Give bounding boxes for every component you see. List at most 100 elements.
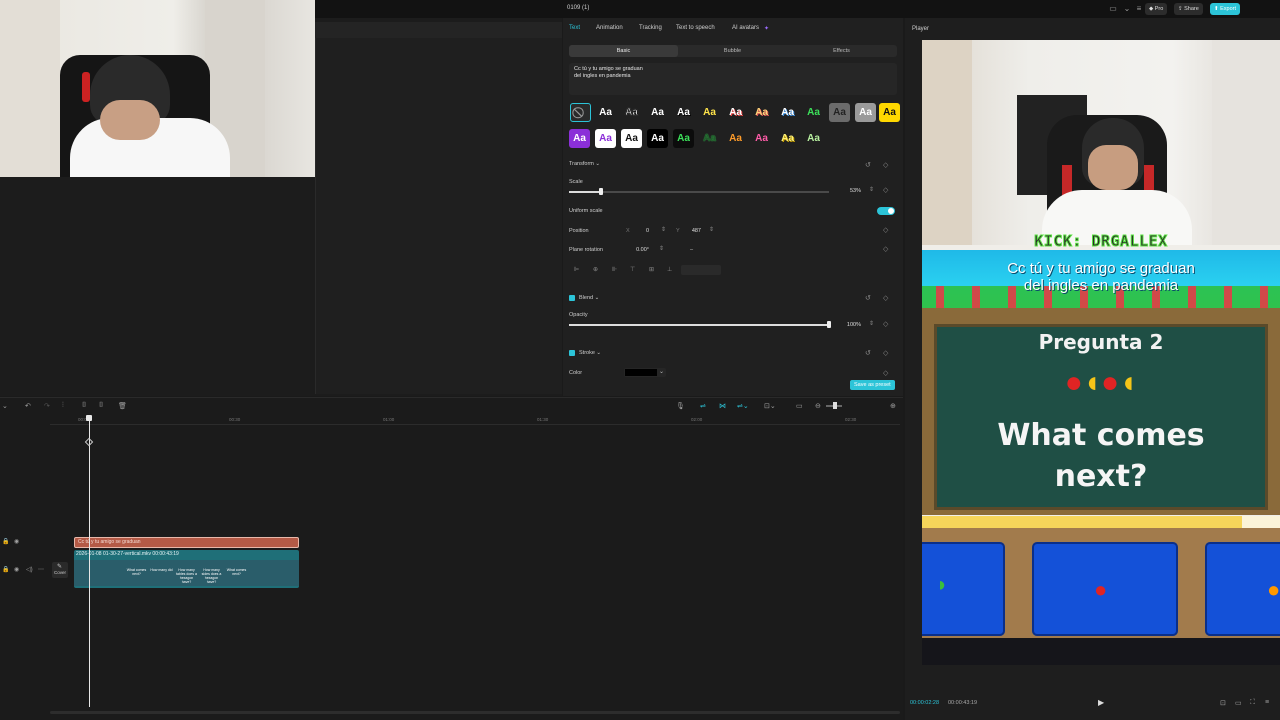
keyframe-icon[interactable]: ◇ (883, 161, 888, 169)
stepper-icon[interactable]: ⇕ (661, 226, 666, 233)
preset-white-shadow[interactable]: Aa (647, 103, 668, 122)
video-clip[interactable]: 2026-01-08 01-30-27-vertical.mkv 00:00:4… (74, 550, 299, 588)
lock-icon[interactable]: 🔒 (2, 538, 9, 545)
lock-icon[interactable]: 🔒 (2, 566, 9, 573)
layout-icon[interactable]: ▭ (1106, 4, 1120, 14)
zoom-out-icon[interactable]: ⊖ (815, 402, 821, 410)
text-clip[interactable]: Cc tú y tu amigo se graduan (74, 537, 299, 548)
ratio-icon[interactable]: ▭ (1235, 699, 1242, 707)
playhead[interactable] (89, 417, 90, 707)
split-right-icon[interactable]: ⌷ (99, 402, 103, 410)
align-right-icon[interactable]: ⊪ (612, 266, 617, 273)
tab-animation[interactable]: Animation (596, 25, 623, 31)
video-preview[interactable]: KICK: DRGALLEX Cc tú y tu amigo se gradu… (922, 40, 1280, 665)
magnet-icon[interactable]: ⋈ (719, 402, 726, 410)
scale-slider[interactable] (569, 191, 829, 193)
delete-icon[interactable]: 🗑 (118, 402, 127, 410)
keyframe-icon[interactable]: ◇ (883, 369, 888, 377)
stroke-heading[interactable]: Stroke ⌄ (579, 350, 601, 356)
preset-black-box[interactable]: Aa (647, 129, 668, 148)
keyframe-icon[interactable]: ◇ (883, 294, 888, 302)
subtab-basic[interactable]: Basic (569, 45, 678, 57)
preset-mint[interactable]: Aa (803, 129, 824, 148)
preset-outline[interactable]: Aa (621, 103, 642, 122)
answer-card[interactable]: ● (1032, 542, 1178, 636)
preset-purple-box[interactable]: Aa (569, 129, 590, 148)
menu-icon[interactable]: ≡ (1132, 4, 1146, 14)
preset-red-shadow[interactable]: Aa (725, 103, 746, 122)
tab-text-to-speech[interactable]: Text to speech (676, 25, 715, 31)
blend-heading[interactable]: Blend ⌄ (579, 295, 599, 301)
microphone-icon[interactable]: 🎙 (676, 402, 685, 410)
preset-white-dark[interactable]: Aa (673, 103, 694, 122)
stepper-icon[interactable]: ⇕ (659, 245, 664, 252)
rotation-input[interactable]: 0.00° (623, 245, 649, 255)
stepper-icon[interactable]: ⇕ (869, 320, 874, 327)
play-icon[interactable]: ▶ (1098, 698, 1104, 707)
preset-white-box[interactable]: Aa (621, 129, 642, 148)
preset-light-box[interactable]: Aa (855, 103, 876, 122)
preset-yellow[interactable]: Aa (699, 103, 720, 122)
keyframe-icon[interactable]: ◇ (883, 245, 888, 253)
eye-icon[interactable]: ◉ (14, 566, 19, 573)
eye-icon[interactable]: ◉ (14, 538, 19, 545)
opacity-value[interactable]: 100% (835, 320, 861, 330)
preset-grey-box[interactable]: Aa (829, 103, 850, 122)
keyframe-icon[interactable]: ◇ (883, 226, 888, 234)
stroke-color-picker[interactable]: ⌄ (624, 368, 666, 377)
zoom-slider-thumb[interactable] (833, 402, 837, 409)
preview-axis-icon[interactable]: ⊡⌄ (764, 402, 776, 410)
preset-black-green[interactable]: Aa (673, 129, 694, 148)
preset-pink[interactable]: Aa (751, 129, 772, 148)
split-icon[interactable]: ⫶ (62, 402, 64, 410)
stepper-icon[interactable]: ⇕ (709, 226, 714, 233)
preset-orange-text[interactable]: Aa (725, 129, 746, 148)
reset-icon[interactable]: ↺ (865, 161, 871, 169)
align-left-icon[interactable]: ⊫ (574, 266, 579, 273)
link-icon[interactable]: ⇌ (700, 402, 706, 410)
scale-value[interactable]: 53% (835, 186, 861, 196)
chevron-down-icon[interactable]: ⌄ (2, 402, 8, 410)
menu-icon[interactable]: ≡ (1265, 699, 1269, 706)
preset-orange[interactable]: Aa (751, 103, 772, 122)
tab-tracking[interactable]: Tracking (639, 25, 662, 31)
preset-blue-shadow[interactable]: Aa (777, 103, 798, 122)
align-bottom-icon[interactable]: ⊥ (667, 266, 672, 273)
align-middle-icon[interactable]: ⊞ (649, 266, 654, 273)
position-x-input[interactable]: 0 (633, 226, 649, 236)
align-center-icon[interactable]: ⊕ (593, 266, 598, 273)
snap-icon[interactable]: ⇌⌄ (737, 402, 749, 410)
tab-text[interactable]: Text (569, 25, 580, 31)
redo-icon[interactable]: ↷ (44, 402, 50, 410)
answer-card[interactable]: ● (1205, 542, 1280, 636)
keyframe-icon[interactable]: ◇ (883, 349, 888, 357)
stroke-checkbox[interactable] (569, 350, 575, 356)
split-left-icon[interactable]: ⌷ (82, 402, 86, 410)
export-button[interactable]: ⬆ Export (1210, 3, 1241, 15)
blend-checkbox[interactable] (569, 295, 575, 301)
preset-yellow-box[interactable]: Aa (879, 103, 900, 122)
preset-gold[interactable]: Aa (777, 129, 798, 148)
preset-green[interactable]: Aa (803, 103, 824, 122)
zoom-in-icon[interactable]: ⊕ (890, 402, 896, 410)
undo-icon[interactable]: ↶ (25, 402, 31, 410)
crop-icon[interactable]: ⊡ (1220, 699, 1226, 707)
preset-dark-green[interactable]: Aa (699, 129, 720, 148)
align-top-icon[interactable]: ⊤ (630, 266, 635, 273)
keyframe-icon[interactable]: ◇ (883, 186, 888, 194)
keyframe-icon[interactable]: ◇ (883, 320, 888, 328)
share-button[interactable]: ⇪ Share (1174, 3, 1203, 15)
tab-ai-avatars[interactable]: AI avatars (732, 25, 759, 31)
scale-slider-thumb[interactable] (599, 188, 603, 195)
position-y-input[interactable]: 487 (683, 226, 701, 236)
more-icon[interactable]: ⋯ (38, 566, 44, 573)
fullscreen-icon[interactable]: ⛶ (1250, 699, 1255, 707)
opacity-slider-thumb[interactable] (827, 321, 831, 328)
save-as-preset-button[interactable]: Save as preset (850, 380, 895, 390)
preset-white-purple[interactable]: Aa (595, 129, 616, 148)
answer-card[interactable]: ◗ (922, 542, 1005, 636)
preset-white[interactable]: Aa (595, 103, 616, 122)
transform-heading[interactable]: Transform ⌄ (569, 161, 600, 167)
timeline-scrollbar[interactable] (50, 711, 900, 714)
subtab-bubble[interactable]: Bubble (678, 45, 787, 57)
